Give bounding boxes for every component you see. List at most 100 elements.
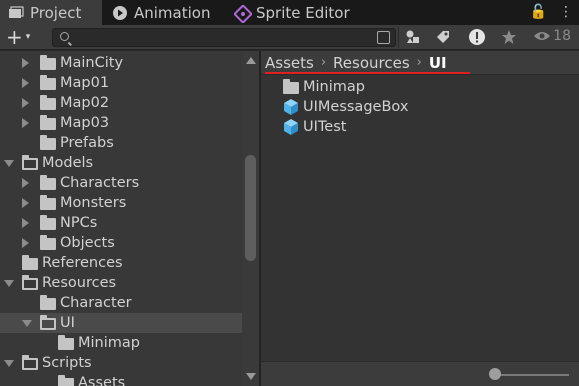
folder-icon [58,335,74,350]
folder-icon [40,95,56,110]
hidden-count-label: 18 [553,28,571,44]
tree-item-npcs[interactable]: NPCs [0,213,242,233]
asset-item-label: Minimap [303,79,365,95]
plus-icon: + [6,25,23,49]
tree-item-label: Monsters [60,195,127,211]
chevron-right-icon[interactable] [22,78,29,88]
asset-item-label: UIMessageBox [303,99,409,115]
lock-icon[interactable]: 🔓 [530,4,547,20]
asset-list-panel: Assets › Resources › UI Minimap UIMessag… [261,51,579,386]
tree-item-label: UI [60,315,75,331]
folder-icon [40,135,56,150]
breadcrumb-separator: › [320,55,327,70]
shapes-icon [406,30,419,43]
chevron-right-icon[interactable] [22,118,29,128]
folder-icon [40,235,56,250]
chevron-down-icon[interactable] [4,360,14,367]
log-warnings-button[interactable] [464,26,490,48]
tab-animation-label: Animation [134,3,211,22]
folder-open-icon [22,155,38,170]
breadcrumb-resources[interactable]: Resources [333,54,410,72]
eye-icon [534,32,551,40]
tree-item-prefabs[interactable]: Prefabs [0,133,242,153]
tree-item-label: MainCity [60,55,124,71]
folder-icon [58,375,74,386]
folder-stack-icon [8,5,24,21]
folder-open-icon [22,355,38,370]
tree-item-map03[interactable]: Map03 [0,113,242,133]
tab-project-label: Project [30,3,82,22]
zoom-slider-handle[interactable] [489,368,501,380]
tree-item-label: Objects [60,235,115,251]
tab-sprite-editor[interactable]: Sprite Editor [233,0,374,25]
chevron-right-icon[interactable] [22,58,29,68]
folder-icon [40,175,56,190]
exclamation-icon [469,29,485,45]
tab-bar: Project Animation Sprite Editor 🔓 ⋮ [0,0,579,25]
tree-item-map01[interactable]: Map01 [0,73,242,93]
tree-item-label: Map01 [60,75,110,91]
tree-item-label: Map02 [60,95,110,111]
scroll-down-icon[interactable] [246,373,256,380]
favorites-button[interactable] [496,26,522,48]
create-button[interactable]: + ▾ [6,25,31,49]
scrollbar-thumb[interactable] [245,155,256,261]
tab-project[interactable]: Project [0,0,102,25]
tree-item-label: Characters [60,175,140,191]
tab-animation[interactable]: Animation [112,0,224,25]
filter-by-type-button[interactable] [400,26,426,48]
breadcrumb-assets[interactable]: Assets [265,54,314,72]
tree-item-label: Models [42,155,94,171]
chevron-down-icon[interactable] [22,320,32,327]
scroll-up-icon[interactable] [246,57,256,64]
folder-open-icon [40,315,56,330]
folder-open-icon [22,275,38,290]
tree-item-maincity[interactable]: MainCity [0,53,242,73]
tree-scrollbar[interactable] [242,51,259,386]
tree-item-ui[interactable]: UI [0,313,242,333]
chevron-down-icon[interactable] [4,280,14,287]
tree-item-label: Map03 [60,115,110,131]
tree-item-resources[interactable]: Resources [0,273,242,293]
tree-item-label: References [42,255,123,271]
chevron-right-icon[interactable] [22,238,29,248]
prefab-icon [284,119,298,135]
zoom-slider-track[interactable] [494,374,569,376]
chevron-down-icon[interactable] [4,160,14,167]
menu-icon[interactable]: ⋮ [559,4,573,20]
filter-by-label-button[interactable] [430,26,456,48]
tree-item-references[interactable]: References [0,253,242,273]
chevron-right-icon[interactable] [22,98,29,108]
project-toolbar: + ▾ 18 [0,25,579,50]
tree-item-objects[interactable]: Objects [0,233,242,253]
chevron-right-icon[interactable] [22,218,29,228]
tree-item-scripts[interactable]: Scripts [0,353,242,373]
star-icon [502,30,516,44]
breadcrumb-ui[interactable]: UI [429,54,447,72]
tree-item-label: Character [60,295,132,311]
search-by-type-icon[interactable] [377,31,390,44]
tree-item-assets[interactable]: Assets [0,373,242,386]
chevron-right-icon[interactable] [22,198,29,208]
tree-item-models[interactable]: Models [0,153,242,173]
chevron-right-icon[interactable] [22,178,29,188]
folder-icon [283,79,299,94]
folder-icon [40,195,56,210]
content-footer [261,361,579,386]
tree-item-map02[interactable]: Map02 [0,93,242,113]
tree-item-label: Assets [78,375,126,386]
tree-item-monsters[interactable]: Monsters [0,193,242,213]
tabbar-actions: 🔓 ⋮ [530,4,573,20]
folder-icon [40,75,56,90]
hidden-packages-toggle[interactable]: 18 [533,28,571,44]
play-clock-icon [112,5,128,21]
search-input[interactable] [52,28,396,47]
chevron-down-icon: ▾ [25,32,31,42]
folder-icon [40,55,56,70]
tree-item-character[interactable]: Character [0,293,242,313]
tree-item-label: Resources [42,275,117,291]
tree-item-minimap[interactable]: Minimap [0,333,242,353]
tree-item-label: NPCs [60,215,98,231]
tag-icon [437,31,449,43]
tree-item-characters[interactable]: Characters [0,173,242,193]
